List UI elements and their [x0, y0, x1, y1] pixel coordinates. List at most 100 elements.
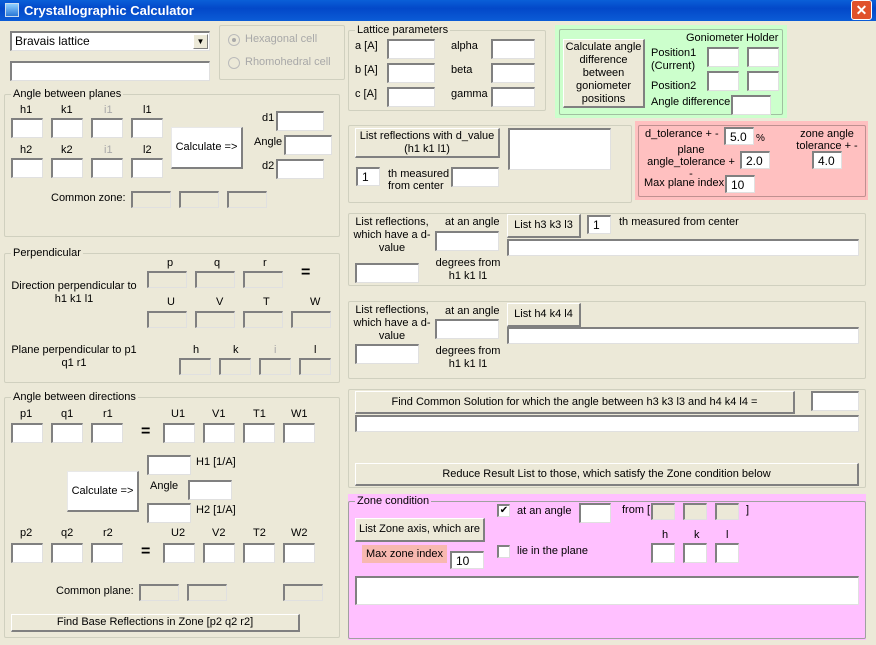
- W1-output[interactable]: [283, 423, 315, 443]
- d1-output[interactable]: [276, 111, 324, 131]
- perp-r-output: [243, 271, 283, 288]
- list4-degrees-label: degrees from h1 k1 l1: [435, 345, 501, 370]
- list3-result[interactable]: [507, 239, 859, 256]
- W2-label: W2: [291, 527, 308, 539]
- at-angle-checkbox[interactable]: ✔: [497, 504, 510, 517]
- p2-input[interactable]: [11, 543, 43, 563]
- d2-output[interactable]: [276, 159, 324, 179]
- list-h4k4l4-button[interactable]: List h4 k4 l4: [507, 303, 581, 327]
- h2-label: h2: [20, 144, 33, 156]
- q2-input[interactable]: [51, 543, 83, 563]
- list-dvalue-button[interactable]: List reflections with d_value (h1 k1 l1): [355, 128, 500, 158]
- H1-label: H1 [1/A]: [196, 456, 236, 468]
- zone-angle-input[interactable]: [579, 503, 611, 523]
- list-zone-axis-button[interactable]: List Zone axis, which are: [355, 518, 485, 542]
- dvalue-measured-output[interactable]: [451, 167, 499, 187]
- common-angle-input[interactable]: [811, 391, 859, 411]
- equals-sign-2: =: [141, 543, 151, 560]
- zone-plane-k[interactable]: [683, 543, 707, 563]
- W-label: W: [310, 296, 321, 308]
- a-input[interactable]: [387, 39, 435, 59]
- V1-output[interactable]: [203, 423, 235, 443]
- H2-output[interactable]: [147, 503, 191, 523]
- d-tolerance-label: d_tolerance + -: [645, 128, 719, 140]
- list3-nth-input[interactable]: 1: [587, 215, 611, 234]
- H2-label: H2 [1/A]: [196, 504, 236, 516]
- goniometer-col-label: Goniometer: [686, 32, 744, 44]
- hexagonal-radio[interactable]: [228, 34, 240, 46]
- dvalue-nth-input[interactable]: 1: [356, 167, 380, 186]
- c-input[interactable]: [387, 87, 435, 107]
- r2-input[interactable]: [91, 543, 123, 563]
- chevron-down-icon[interactable]: ▼: [193, 34, 208, 49]
- perp-v-output: [195, 311, 235, 328]
- zone-plane-h[interactable]: [651, 543, 675, 563]
- V2-output[interactable]: [203, 543, 235, 563]
- dvalue-result[interactable]: [508, 128, 611, 170]
- list4-dvalue-input[interactable]: [355, 344, 419, 364]
- c-label: c [A]: [355, 88, 378, 100]
- position1-goniometer[interactable]: [707, 47, 739, 67]
- find-common-solution-button[interactable]: Find Common Solution for which the angle…: [355, 391, 795, 414]
- angle-output[interactable]: [284, 135, 332, 155]
- k1-input[interactable]: [51, 118, 83, 138]
- b-label: b [A]: [355, 64, 378, 76]
- k2-label: k2: [61, 144, 73, 156]
- i2-input[interactable]: [91, 158, 123, 178]
- calculate-goniometer-button[interactable]: Calculate angle difference between gonio…: [563, 39, 645, 108]
- h1-input[interactable]: [11, 118, 43, 138]
- alpha-input[interactable]: [491, 39, 535, 59]
- calculate-planes-button[interactable]: Calculate =>: [171, 127, 243, 169]
- U2-label: U2: [171, 527, 186, 539]
- T1-output[interactable]: [243, 423, 275, 443]
- directions-angle-label: Angle: [150, 480, 179, 492]
- list4-result[interactable]: [507, 327, 859, 344]
- gamma-input[interactable]: [491, 87, 535, 107]
- H1-output[interactable]: [147, 455, 191, 475]
- zone-angle-tolerance-input[interactable]: 4.0: [812, 151, 842, 169]
- reduce-result-button[interactable]: Reduce Result List to those, which satis…: [355, 463, 859, 486]
- perp-q-output: [195, 271, 235, 288]
- max-zone-index-input[interactable]: 10: [450, 551, 484, 569]
- U1-output[interactable]: [163, 423, 195, 443]
- plane-angle-tolerance-input[interactable]: 2.0: [740, 151, 770, 169]
- p1-input[interactable]: [11, 423, 43, 443]
- l1-input[interactable]: [131, 118, 163, 138]
- calculate-directions-button[interactable]: Calculate =>: [67, 471, 139, 512]
- T2-output[interactable]: [243, 543, 275, 563]
- plane-perpendicular-label: Plane perpendicular to p1 q1 r1: [11, 344, 137, 369]
- close-button[interactable]: ✕: [851, 0, 872, 20]
- lie-in-plane-checkbox[interactable]: [497, 545, 510, 558]
- r1-input[interactable]: [91, 423, 123, 443]
- lie-in-plane-label: lie in the plane: [517, 545, 588, 557]
- W2-output[interactable]: [283, 543, 315, 563]
- find-base-reflections-button[interactable]: Find Base Reflections in Zone [p2 q2 r2]: [11, 614, 300, 632]
- position2-goniometer[interactable]: [707, 71, 739, 91]
- r2-label: r2: [103, 527, 113, 539]
- d-tolerance-input[interactable]: 5.0: [724, 127, 754, 145]
- zone-h-label: h: [662, 529, 669, 541]
- l2-input[interactable]: [131, 158, 163, 178]
- h2-input[interactable]: [11, 158, 43, 178]
- q1-input[interactable]: [51, 423, 83, 443]
- list3-dvalue-input[interactable]: [355, 263, 419, 283]
- rhombohedral-radio[interactable]: [228, 57, 240, 69]
- k2-input[interactable]: [51, 158, 83, 178]
- beta-input[interactable]: [491, 63, 535, 83]
- list3-angle-input[interactable]: [435, 231, 499, 251]
- lattice-info-field[interactable]: [10, 61, 210, 81]
- b-input[interactable]: [387, 63, 435, 83]
- max-plane-index-input[interactable]: 10: [725, 175, 755, 193]
- position1-holder[interactable]: [747, 47, 779, 67]
- list4-angle-input[interactable]: [435, 319, 499, 339]
- bravais-lattice-select[interactable]: Bravais lattice ▼: [10, 31, 210, 51]
- angle-difference-output[interactable]: [731, 95, 771, 115]
- zone-result[interactable]: [355, 576, 859, 605]
- list-h3k3l3-button[interactable]: List h3 k3 l3: [507, 214, 581, 238]
- directions-angle-output[interactable]: [188, 480, 232, 500]
- common-solution-result[interactable]: [355, 415, 859, 432]
- zone-plane-l[interactable]: [715, 543, 739, 563]
- U2-output[interactable]: [163, 543, 195, 563]
- position2-holder[interactable]: [747, 71, 779, 91]
- i1-input[interactable]: [91, 118, 123, 138]
